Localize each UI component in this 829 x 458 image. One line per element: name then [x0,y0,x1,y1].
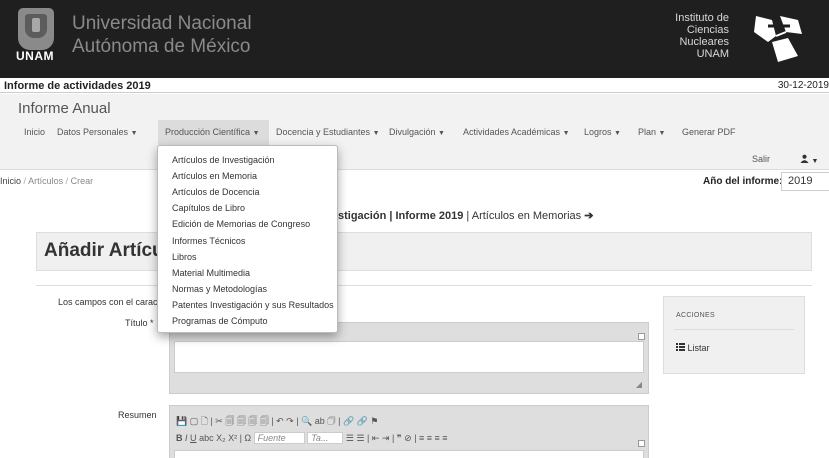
nav-label: Logros [584,127,612,137]
font-select-value: Fuente [257,433,286,443]
nav-label: Plan [638,127,657,137]
institute-line: Nucleares [679,36,729,48]
actions-title: ACCIONES [676,312,715,319]
menu-item-normas-metodologias[interactable]: Normas y Metodologías [172,284,267,294]
caret-down-icon: ▼ [372,130,380,137]
institute-name: Instituto de Ciencias Nucleares UNAM [675,12,729,60]
menu-item-informes-tecnicos[interactable]: Informes Técnicos [172,236,245,246]
size-select[interactable]: Ta... [307,432,344,444]
breadcrumb-separator: / [23,176,27,186]
navbar-brand[interactable]: Informe Anual [18,100,111,117]
list-link[interactable]: Listar [676,343,710,353]
resumen-editor[interactable]: 💾 ▢ 🗋 | ✂ 🗐 🗐 🗐 🗐 | ↶ ↷ | 🔍 ab 🗇 | 🔗 🔗 ⚑… [169,405,649,458]
paragraph-buttons[interactable]: ☰ ☰ | ⇤ ⇥ | ❞ ⊘ | ≡ ≡ ≡ ≡ [346,433,448,443]
breadcrumb-section[interactable]: Artículos [28,176,63,186]
institute-line: Ciencias [686,24,729,36]
resize-handle-icon[interactable]: ◢ [636,380,642,389]
nav-label: Actividades Académicas [463,127,561,137]
menu-item-material-multimedia[interactable]: Material Multimedia [172,268,250,278]
nav-item-actividades-academicas[interactable]: Actividades Académicas ▼ [463,127,570,137]
nav-item-divulgacion[interactable]: Divulgación ▼ [389,127,445,137]
nav-item-produccion-cientifica[interactable]: Producción Científica ▼ [165,127,260,137]
menu-item-patentes[interactable]: Patentes Investigación y sus Resultados [172,300,334,310]
logo-text: UNAM [16,49,54,63]
nav-item-docencia-estudiantes[interactable]: Docencia y Estudiantes ▼ [276,127,380,137]
section-path-prefix: stigación | [338,210,396,222]
year-select-value: 2019 [788,175,813,187]
nav-label: Generar PDF [682,127,736,137]
page-title: Añadir Artícu [44,240,164,261]
breadcrumb-current: Crear [70,176,94,186]
breadcrumb-home[interactable]: Inicio [0,176,21,186]
institute-line: UNAM [696,48,729,60]
caret-down-icon: ▼ [614,130,621,137]
user-menu-toggle[interactable]: ▼ [800,154,818,165]
font-select[interactable]: Fuente [253,432,305,444]
italic-button[interactable]: I [185,433,188,443]
underline-button[interactable]: U [190,433,197,443]
format-buttons[interactable]: abc X₂ X² | Ω [199,433,251,443]
report-title: Informe de actividades 2019 [4,80,151,92]
nav-item-logros[interactable]: Logros ▼ [584,127,621,137]
institute-line: Instituto de [675,12,729,24]
editor-toolbar-row1[interactable]: 💾 ▢ 🗋 | ✂ 🗐 🗐 🗐 🗐 | ↶ ↷ | 🔍 ab 🗇 | 🔗 🔗 ⚑ [176,414,378,427]
titulo-label: Título * [125,318,154,328]
list-icon [676,343,685,351]
nav-item-plan[interactable]: Plan ▼ [638,127,665,137]
section-path-report: Informe 2019 [395,210,464,222]
arrow-right-icon: ➔ [584,210,594,222]
university-name-line2: Autónoma de México [72,36,251,57]
menu-item-articulos-memoria[interactable]: Artículos en Memoria [172,171,257,181]
actions-panel [663,296,805,374]
nav-item-inicio[interactable]: Inicio [24,127,45,137]
icn-logo-icon [754,16,802,62]
actions-divider [674,329,794,330]
nav-item-datos-personales[interactable]: Datos Personales ▼ [57,127,138,137]
university-name-line1: Universidad Nacional [72,13,252,34]
caret-down-icon: ▼ [562,130,570,137]
caret-down-icon: ▼ [811,158,819,165]
report-date: 30-12-2019 [777,80,829,91]
menu-item-libros[interactable]: Libros [172,252,197,262]
nav-label: Producción Científica [165,127,251,137]
produccion-cientifica-dropdown: Artículos de Investigación Artículos en … [157,145,338,333]
menu-item-edicion-memorias[interactable]: Edición de Memorias de Congreso [172,219,310,229]
section-path-current: Artículos en Memorias [471,210,582,222]
logout-link[interactable]: Salir [752,154,770,164]
nav-label: Inicio [24,127,46,137]
toolbar-collapse-icon[interactable] [638,440,645,447]
caret-down-icon: ▼ [252,130,260,137]
nav-item-generar-pdf[interactable]: Generar PDF [682,127,736,137]
caret-down-icon: ▼ [658,130,666,137]
menu-item-articulos-docencia[interactable]: Artículos de Docencia [172,187,260,197]
resumen-label: Resumen [118,410,157,420]
editor-toolbar-row2[interactable]: B I U abc X₂ X² | Ω Fuente Ta... ☰ ☰ | ⇤… [176,432,448,445]
caret-down-icon: ▼ [438,130,445,137]
bold-button[interactable]: B [176,433,183,443]
required-fields-note: Los campos con el caracte [58,297,166,307]
list-label: Listar [687,343,710,353]
toolbar-collapse-icon[interactable] [638,333,645,340]
titulo-textarea[interactable] [174,341,644,373]
section-path-sep: | [463,210,472,222]
year-select[interactable]: 2019 [781,172,829,191]
year-select-label: Año del informe: [703,176,783,187]
caret-down-icon: ▼ [130,130,138,137]
divider [36,285,812,286]
breadcrumb-separator: / [65,176,69,186]
size-select-value: Ta... [311,433,329,443]
nav-label: Divulgación [389,127,436,137]
nav-label: Docencia y Estudiantes [276,127,371,137]
breadcrumb: Inicio / Artículos / Crear [0,176,93,186]
menu-item-capitulos-libro[interactable]: Capítulos de Libro [172,203,245,213]
resumen-textarea[interactable] [174,450,644,458]
section-path: stigación | Informe 2019 | Artículos en … [338,209,593,222]
nav-label: Datos Personales [57,127,129,137]
user-icon [800,154,809,163]
menu-item-articulos-investigacion[interactable]: Artículos de Investigación [172,155,275,165]
menu-item-programas-computo[interactable]: Programas de Cómputo [172,316,268,326]
